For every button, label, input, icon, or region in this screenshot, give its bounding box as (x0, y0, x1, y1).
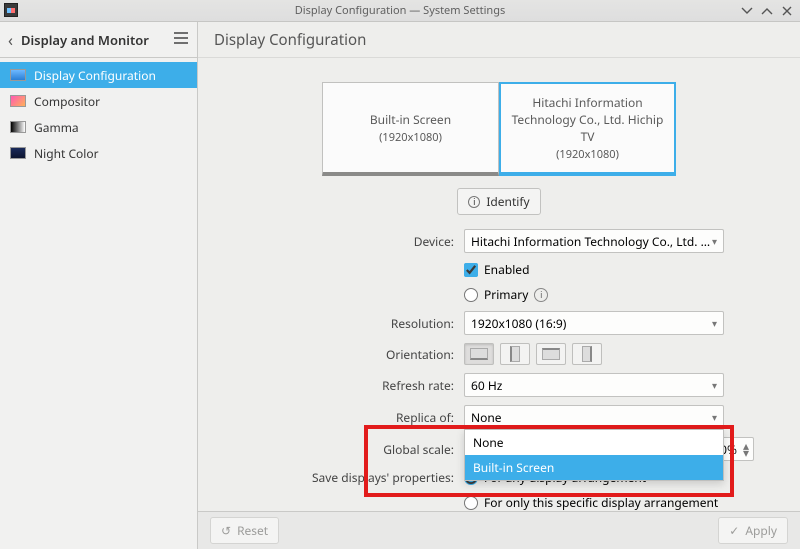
content-header: Display Configuration (198, 22, 800, 58)
orientation-landscape-flipped[interactable] (536, 343, 566, 365)
sidebar-item-night-color[interactable]: Night Color (0, 140, 197, 166)
window-maximize-button[interactable] (760, 4, 774, 18)
sidebar-item-label: Night Color (34, 145, 99, 162)
replica-label: Replica of: (274, 409, 454, 426)
back-button[interactable]: ‹ (8, 29, 13, 51)
resolution-value: 1920x1080 (16:9) (471, 315, 566, 332)
refresh-select[interactable]: 60 Hz ▾ (464, 373, 724, 397)
chevron-down-icon: ▾ (712, 316, 717, 330)
display-arrangement: Built-in Screen (1920x1080) Hitachi Info… (322, 82, 676, 176)
compositor-icon (10, 95, 26, 107)
page-title: Display Configuration (214, 30, 366, 50)
enabled-checkbox[interactable] (464, 263, 478, 277)
enabled-label: Enabled (484, 261, 529, 278)
refresh-value: 60 Hz (471, 377, 502, 394)
orientation-portrait-left[interactable] (500, 343, 530, 365)
sidebar-item-display-configuration[interactable]: Display Configuration (0, 62, 197, 88)
save-props-label: Save displays' properties: (274, 469, 454, 486)
window-close-button[interactable] (780, 4, 794, 18)
device-value: Hitachi Information Technology Co., Ltd.… (471, 233, 712, 250)
reset-label: Reset (237, 522, 268, 539)
footer: ↺ Reset ✓ Apply (198, 511, 800, 549)
identify-label: Identify (486, 193, 529, 210)
chevron-down-icon: ▾ (712, 234, 717, 248)
device-label: Device: (274, 233, 454, 250)
sidebar-header: ‹ Display and Monitor (0, 22, 197, 58)
replica-option-none[interactable]: None (465, 430, 723, 455)
sidebar-section-label: Display and Monitor (21, 31, 165, 49)
undo-icon: ↺ (221, 522, 231, 539)
orientation-group (464, 343, 724, 365)
primary-radio[interactable] (464, 288, 478, 302)
settings-form: Device: Hitachi Information Technology C… (274, 229, 724, 511)
spin-down[interactable]: ▾ (743, 449, 749, 456)
resolution-label: Resolution: (274, 315, 454, 332)
identify-button[interactable]: i Identify (457, 188, 540, 215)
orientation-label: Orientation: (274, 346, 454, 363)
check-icon: ✓ (729, 522, 739, 539)
monitor-hitachi[interactable]: Hitachi Information Technology Co., Ltd.… (499, 82, 676, 176)
refresh-label: Refresh rate: (274, 377, 454, 394)
sidebar-item-label: Compositor (34, 93, 100, 110)
orientation-portrait-right[interactable] (572, 343, 602, 365)
info-icon[interactable]: i (534, 288, 548, 302)
replica-option-builtin[interactable]: Built-in Screen (465, 455, 723, 480)
reset-button[interactable]: ↺ Reset (210, 517, 279, 544)
replica-value: None (471, 409, 502, 426)
apply-button[interactable]: ✓ Apply (718, 517, 788, 544)
resolution-select[interactable]: 1920x1080 (16:9) ▾ (464, 311, 724, 335)
gamma-icon (10, 121, 26, 133)
chevron-down-icon: ▾ (712, 410, 717, 424)
hamburger-menu-button[interactable] (173, 31, 189, 49)
monitor-resolution: (1920x1080) (379, 130, 442, 145)
sidebar-item-label: Display Configuration (34, 67, 156, 84)
device-select[interactable]: Hitachi Information Technology Co., Ltd.… (464, 229, 724, 253)
display-icon (10, 69, 26, 81)
orientation-landscape[interactable] (464, 343, 494, 365)
sidebar-item-gamma[interactable]: Gamma (0, 114, 197, 140)
save-specific-label: For only this specific display arrangeme… (484, 494, 718, 511)
monitor-resolution: (1920x1080) (556, 147, 619, 162)
replica-select[interactable]: None ▾ None Built-in Screen (464, 405, 724, 429)
window-minimize-button[interactable] (740, 4, 754, 18)
apply-label: Apply (745, 522, 777, 539)
monitor-name: Hitachi Information Technology Co., Ltd.… (507, 94, 668, 145)
sidebar-item-compositor[interactable]: Compositor (0, 88, 197, 114)
window-title: Display Configuration — System Settings (295, 3, 506, 18)
window-titlebar: Display Configuration — System Settings (0, 0, 800, 22)
monitor-builtin[interactable]: Built-in Screen (1920x1080) (322, 82, 499, 176)
replica-dropdown: None Built-in Screen (464, 429, 724, 481)
global-scale-label: Global scale: (274, 441, 454, 458)
night-color-icon (10, 147, 26, 159)
sidebar: ‹ Display and Monitor Display Configurat… (0, 22, 198, 549)
primary-label: Primary (484, 286, 528, 303)
info-icon: i (468, 196, 480, 208)
monitor-name: Built-in Screen (370, 111, 451, 128)
sidebar-item-label: Gamma (34, 119, 79, 136)
chevron-down-icon: ▾ (712, 378, 717, 392)
content-area: Display Configuration Drag screens to re… (198, 22, 800, 549)
app-icon (4, 3, 18, 17)
save-specific-radio[interactable] (464, 496, 478, 510)
